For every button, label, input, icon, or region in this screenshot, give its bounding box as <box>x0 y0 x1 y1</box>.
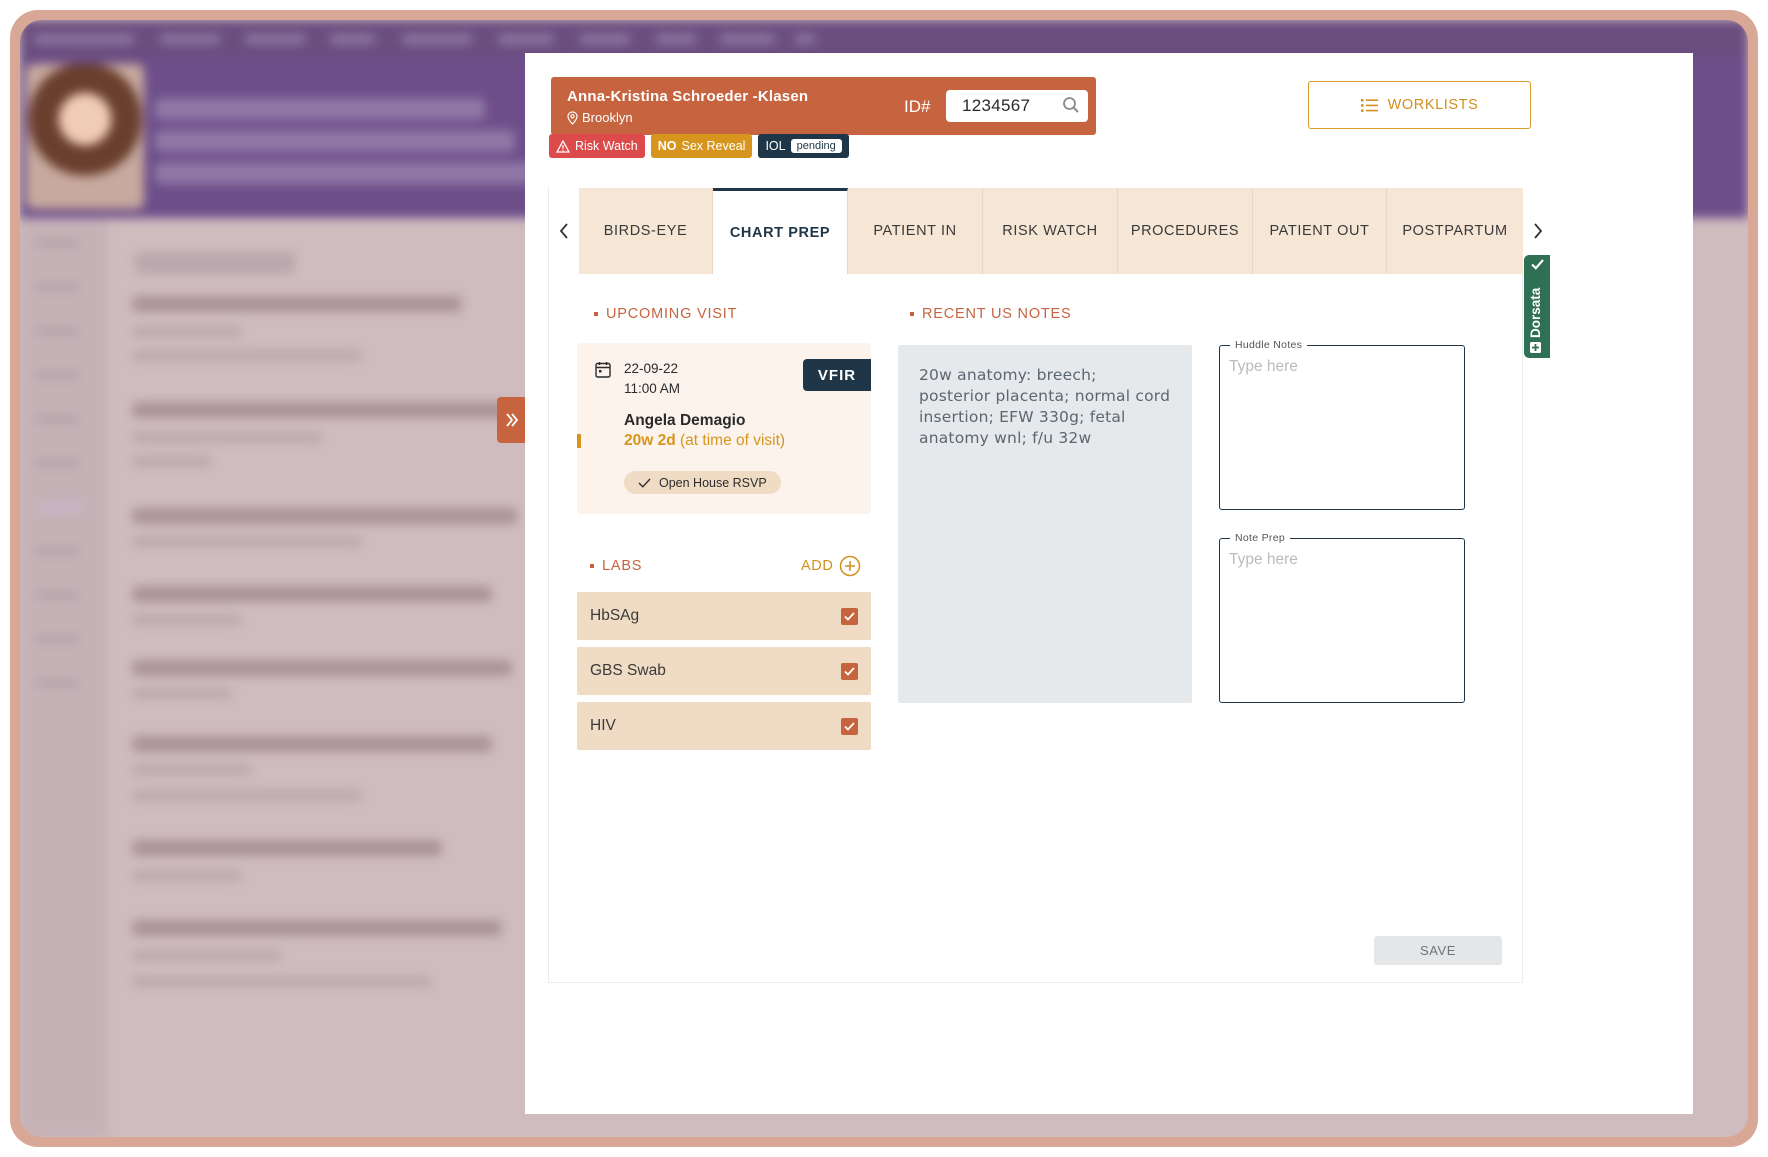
patient-location: Brooklyn <box>567 110 633 125</box>
checkmark-icon <box>844 666 855 676</box>
chart-prep-card: BIRDS-EYE CHART PREP PATIENT IN RISK WAT… <box>548 188 1553 983</box>
dorsata-label-wrap: Dorsata <box>1528 288 1543 353</box>
patient-flags: Risk Watch NO Sex Reveal IOL pending <box>549 134 849 158</box>
lab-item-label: GBS Swab <box>590 662 666 679</box>
upcoming-visit-heading: UPCOMING VISIT <box>594 306 737 322</box>
note-prep-field: Note Prep <box>1219 532 1465 703</box>
patient-name: Anna-Kristina Schroeder -Klasen <box>567 88 809 105</box>
visit-time: 11:00 AM <box>624 381 681 396</box>
id-label: ID# <box>904 97 931 116</box>
visit-gestational-age: 20w 2d (at time of visit) <box>624 432 785 450</box>
lab-checkbox[interactable] <box>841 662 858 680</box>
dorsata-label: Dorsata <box>1528 287 1543 338</box>
checkmark-icon <box>1531 259 1544 270</box>
patient-id-value[interactable]: 1234567 <box>962 96 1030 116</box>
huddle-notes-label: Huddle Notes <box>1230 339 1308 351</box>
collapse-panel-button[interactable] <box>497 397 527 443</box>
recent-us-notes-text: 20w anatomy: breech; posterior placenta;… <box>898 345 1192 703</box>
tab-chart-prep[interactable]: CHART PREP <box>713 188 848 274</box>
visit-date: 22-09-22 <box>624 361 679 376</box>
tab-scroll-left-button[interactable] <box>549 188 579 274</box>
lab-item-hiv[interactable]: HIV <box>577 702 871 750</box>
chevron-right-icon <box>1534 223 1543 239</box>
open-house-rsvp-chip[interactable]: Open House RSVP <box>624 471 781 494</box>
worklists-label: WORKLISTS <box>1387 97 1479 113</box>
iol-tag[interactable]: IOL pending <box>758 134 849 158</box>
save-button[interactable]: SAVE <box>1374 936 1502 965</box>
checkmark-icon <box>844 721 855 731</box>
warning-triangle-icon <box>556 139 570 153</box>
plus-square-icon <box>1530 342 1541 353</box>
risk-watch-tag[interactable]: Risk Watch <box>549 134 645 158</box>
patient-id-search-field[interactable]: 1234567 <box>946 90 1088 122</box>
list-icon <box>1360 98 1378 112</box>
search-icon[interactable] <box>1062 96 1080 114</box>
labs-heading: LABS <box>590 558 642 574</box>
dorsata-side-tab[interactable]: Dorsata <box>1524 255 1550 358</box>
worklists-button[interactable]: WORKLISTS <box>1308 81 1531 129</box>
iol-status-chip: pending <box>790 139 842 153</box>
tab-bar: BIRDS-EYE CHART PREP PATIENT IN RISK WAT… <box>549 188 1553 274</box>
checkmark-icon <box>638 478 651 488</box>
checkmark-icon <box>844 611 855 621</box>
gestational-age-value: 20w 2d <box>624 432 676 449</box>
open-house-rsvp-label: Open House RSVP <box>659 475 767 490</box>
iol-label: IOL <box>765 139 786 153</box>
add-lab-button[interactable]: ADD <box>801 555 861 577</box>
section-bullet <box>590 564 594 568</box>
calendar-icon <box>595 362 611 378</box>
tab-risk-watch[interactable]: RISK WATCH <box>983 188 1118 274</box>
lab-item-label: HbSAg <box>590 607 640 624</box>
no-sex-reveal-text: Sex Reveal <box>681 139 746 153</box>
visit-provider-name: Angela Demagio <box>624 412 746 429</box>
huddle-notes-field: Huddle Notes <box>1219 339 1465 510</box>
tab-patient-out[interactable]: PATIENT OUT <box>1253 188 1387 274</box>
patient-banner: Anna-Kristina Schroeder -Klasen Brooklyn… <box>551 77 1096 135</box>
recent-us-notes-heading: RECENT US NOTES <box>910 306 1072 322</box>
visit-accent-bar <box>577 434 581 448</box>
section-bullet <box>910 312 914 316</box>
risk-watch-tag-label: Risk Watch <box>575 139 638 153</box>
double-chevron-right-icon <box>506 413 519 427</box>
lab-item-hbsag[interactable]: HbSAg <box>577 592 871 640</box>
visit-type-badge: VFIR <box>803 359 871 391</box>
tab-birds-eye[interactable]: BIRDS-EYE <box>579 188 713 274</box>
recent-us-notes-heading-text: RECENT US NOTES <box>922 306 1072 322</box>
lab-item-gbs-swab[interactable]: GBS Swab <box>577 647 871 695</box>
map-pin-icon <box>567 110 578 125</box>
background-avatar <box>26 64 144 209</box>
lab-checkbox[interactable] <box>841 717 858 735</box>
chart-prep-panel: Anna-Kristina Schroeder -Klasen Brooklyn… <box>525 53 1693 1114</box>
lab-checkbox[interactable] <box>841 607 858 625</box>
tab-postpartum[interactable]: POSTPARTUM <box>1387 188 1523 274</box>
upcoming-visit-card[interactable]: 22-09-22 11:00 AM VFIR Angela Demagio 20… <box>577 343 871 514</box>
add-lab-label: ADD <box>801 558 834 574</box>
section-bullet <box>594 312 598 316</box>
gestational-age-note: (at time of visit) <box>680 432 786 449</box>
lab-item-label: HIV <box>590 717 616 734</box>
upcoming-visit-heading-text: UPCOMING VISIT <box>606 306 738 322</box>
tab-procedures[interactable]: PROCEDURES <box>1118 188 1253 274</box>
huddle-notes-input[interactable] <box>1229 358 1455 500</box>
labs-heading-text: LABS <box>602 558 643 574</box>
note-prep-label: Note Prep <box>1230 532 1290 544</box>
note-prep-input[interactable] <box>1229 551 1455 693</box>
no-sex-reveal-tag[interactable]: NO Sex Reveal <box>650 134 753 158</box>
no-sex-reveal-bold: NO <box>657 139 677 153</box>
patient-location-text: Brooklyn <box>582 110 633 125</box>
tab-patient-in[interactable]: PATIENT IN <box>848 188 983 274</box>
plus-circle-icon <box>840 555 861 577</box>
chevron-left-icon <box>559 223 568 239</box>
background-sidebar <box>20 218 108 1137</box>
